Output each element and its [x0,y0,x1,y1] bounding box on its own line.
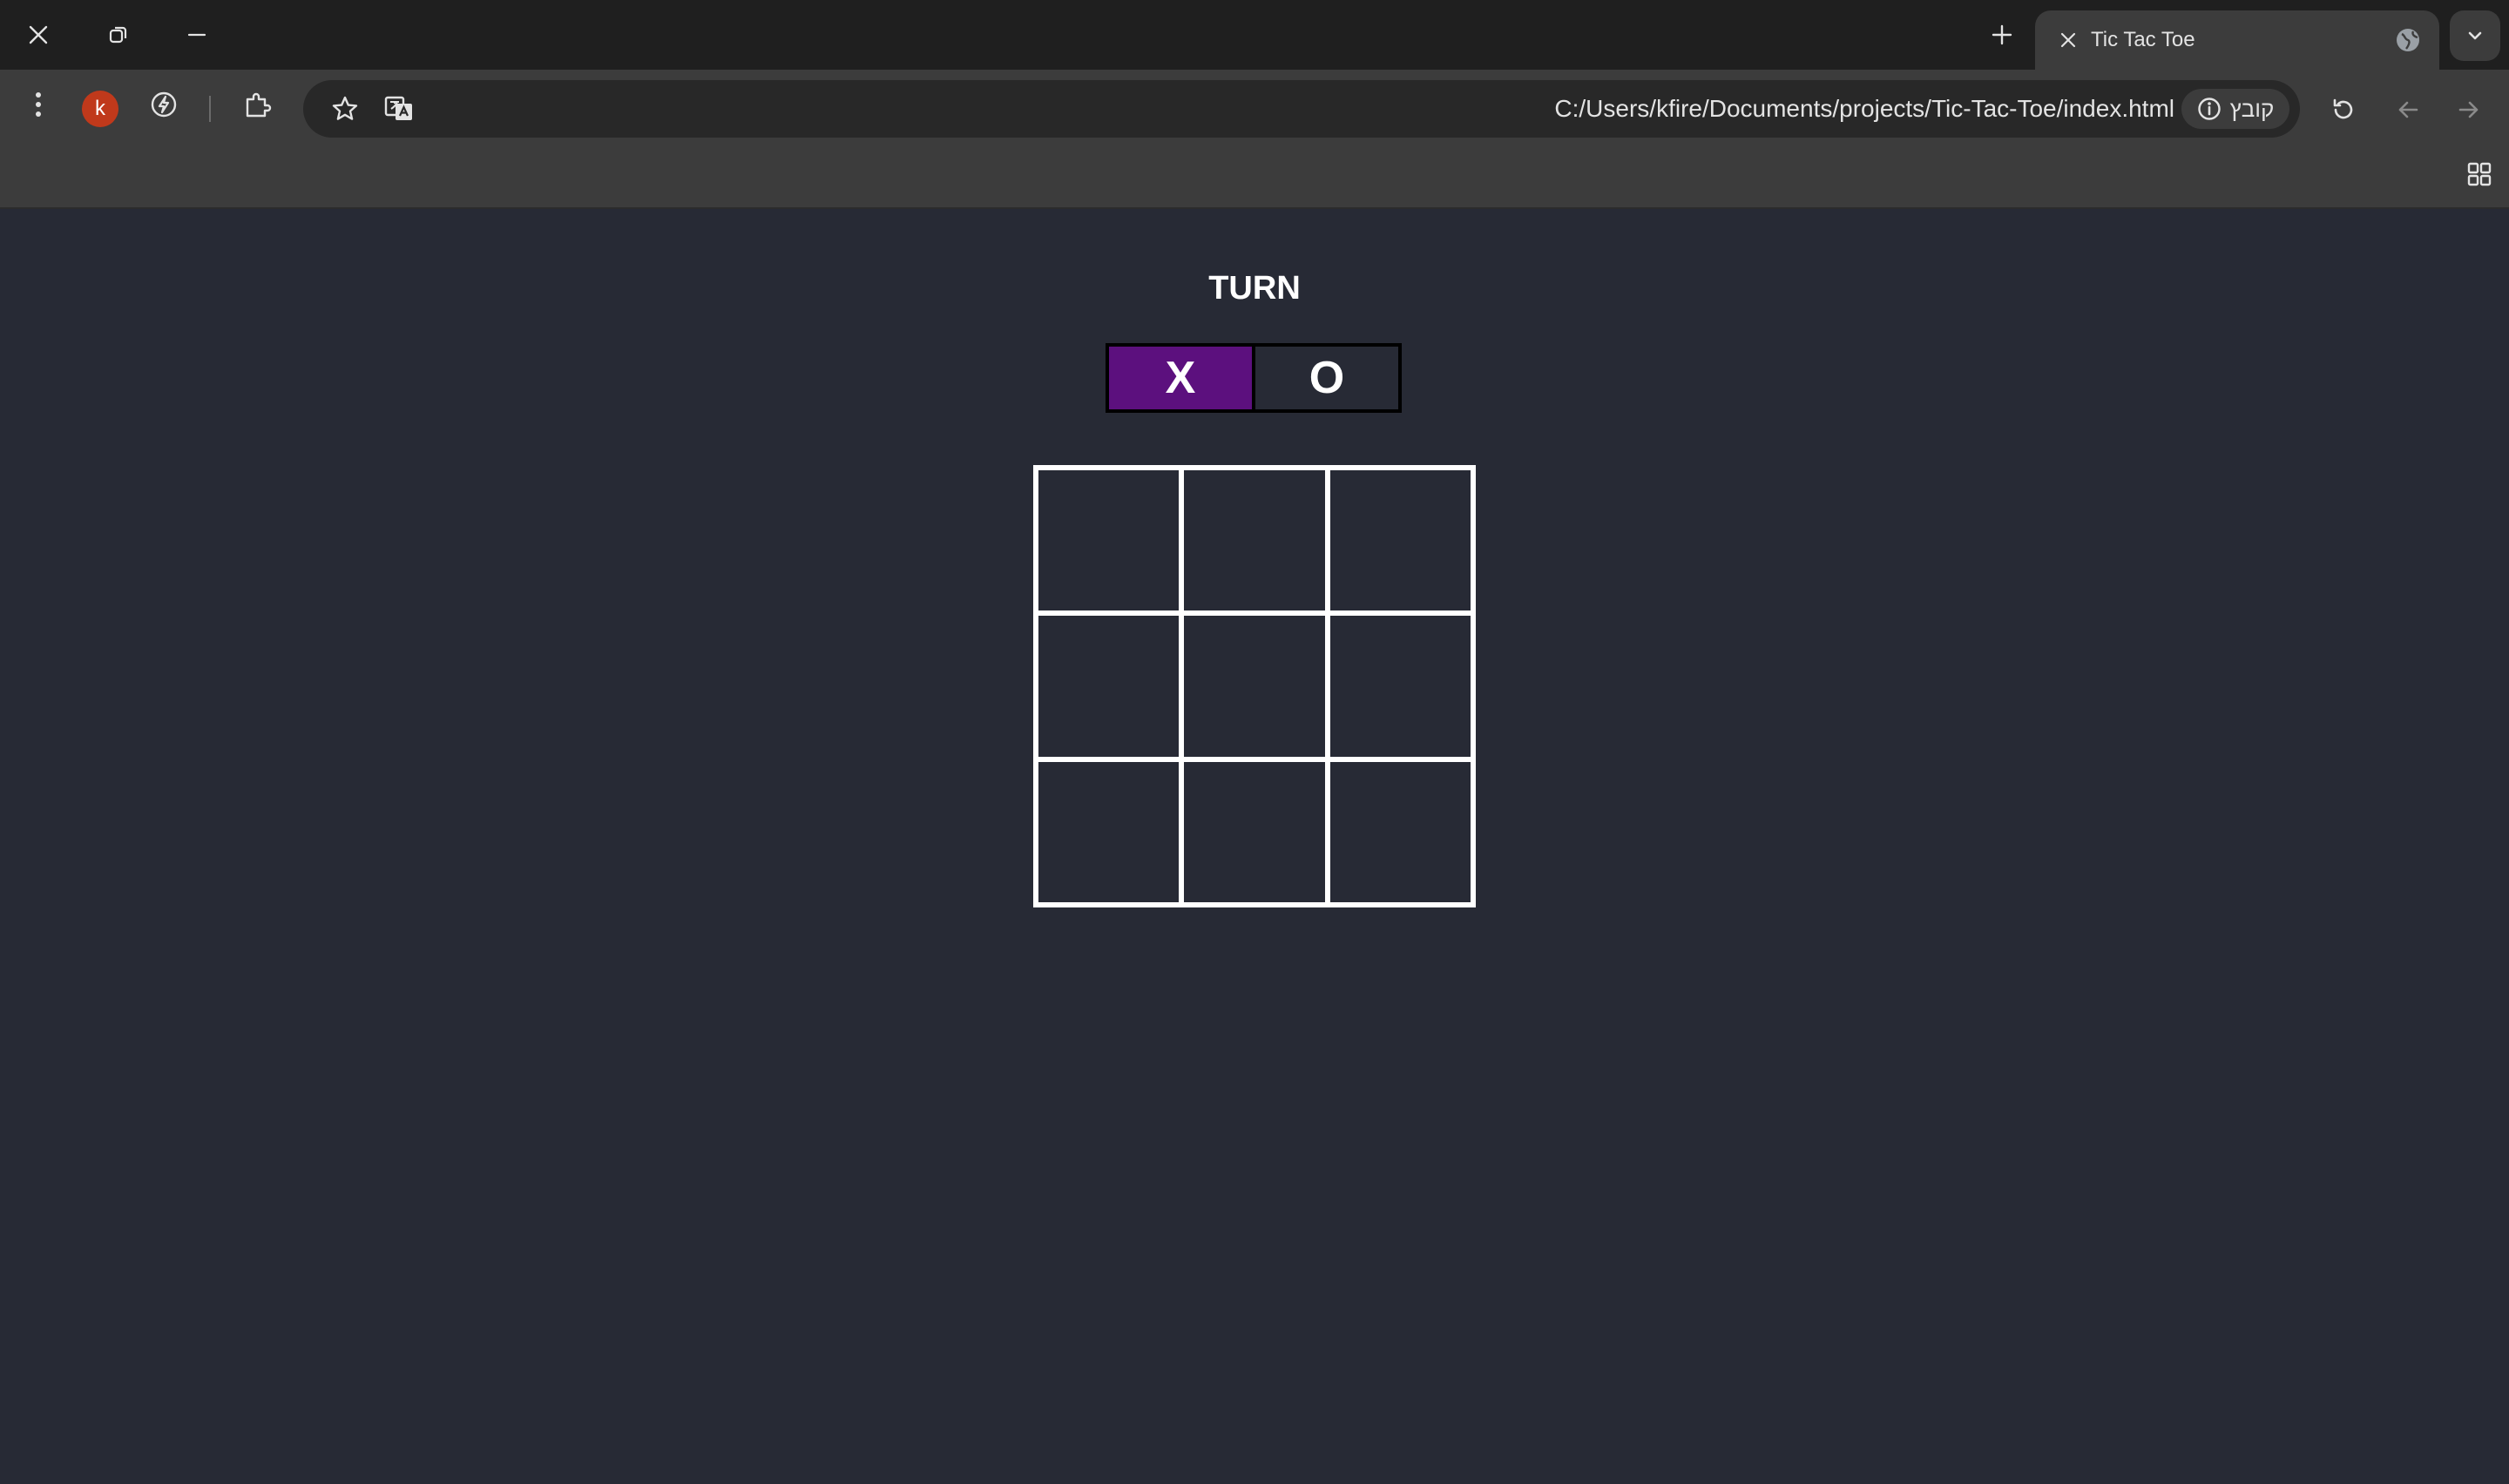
turn-x: X [1109,347,1255,409]
board-cell-7[interactable] [1038,761,1180,902]
window-close-button[interactable] [12,12,64,57]
profile-avatar[interactable]: k [82,91,118,127]
arrow-right-icon [2458,101,2479,118]
apps-button[interactable] [2458,153,2500,195]
page-content: TURN X O [0,209,2509,1484]
puzzle-icon [246,92,272,118]
forward-button[interactable] [2448,89,2490,131]
board-cell-8[interactable] [1184,761,1325,902]
window-restore-button[interactable] [92,12,145,57]
turn-label: TURN [1208,270,1301,307]
tab-tic-tac-toe[interactable]: Tic Tac Toe [2035,10,2439,70]
speedometer-icon [151,91,177,118]
performance-button[interactable] [143,84,185,125]
bookmarks-bar [0,139,2509,209]
toolbar-divider [209,96,211,122]
more-vert-icon [36,92,41,117]
turn-o: O [1255,347,1398,409]
close-icon [2060,32,2076,48]
minimize-icon [187,33,206,37]
globe-icon [2397,29,2419,51]
restore-icon [109,26,127,44]
window-minimize-button[interactable] [171,12,223,57]
browser-window: Tic Tac Toe k C:/Users/kfire/Documents/p… [0,0,2509,1484]
board-cell-2[interactable] [1184,470,1325,611]
tab-title: Tic Tac Toe [2091,28,2195,51]
close-icon [29,25,48,44]
address-bar[interactable]: C:/Users/kfire/Documents/projects/Tic-Ta… [303,80,2300,138]
game-board [1033,465,1476,907]
plus-icon [1992,24,2012,45]
board-cell-6[interactable] [1329,616,1471,757]
arrow-left-icon [2398,101,2418,118]
board-cell-9[interactable] [1329,761,1471,902]
site-info-chip[interactable]: קובץ [2181,89,2289,129]
reload-icon [2333,98,2353,119]
board-cell-5[interactable] [1184,616,1325,757]
tab-search-button[interactable] [2450,10,2500,61]
translate-button[interactable] [378,88,420,130]
info-icon [2197,98,2221,120]
board-cell-4[interactable] [1038,616,1180,757]
translate-icon [384,96,412,120]
back-button[interactable] [2387,89,2429,131]
new-tab-button[interactable] [1976,12,2028,57]
turn-indicator: X O [1106,343,1402,413]
menu-button[interactable] [17,84,59,125]
url-text[interactable]: C:/Users/kfire/Documents/projects/Tic-Ta… [1554,80,2174,138]
tab-close-button[interactable] [2053,24,2084,56]
reload-button[interactable] [2323,89,2364,131]
star-icon [332,96,358,120]
bookmark-star-button[interactable] [324,88,366,130]
site-chip-label: קובץ [2229,95,2275,122]
chevron-down-icon [2468,31,2482,40]
tab-strip: Tic Tac Toe [0,0,2509,70]
board-cell-1[interactable] [1038,470,1180,611]
board-cell-3[interactable] [1329,470,1471,611]
apps-grid-icon [2467,162,2492,186]
extensions-button[interactable] [237,84,279,125]
